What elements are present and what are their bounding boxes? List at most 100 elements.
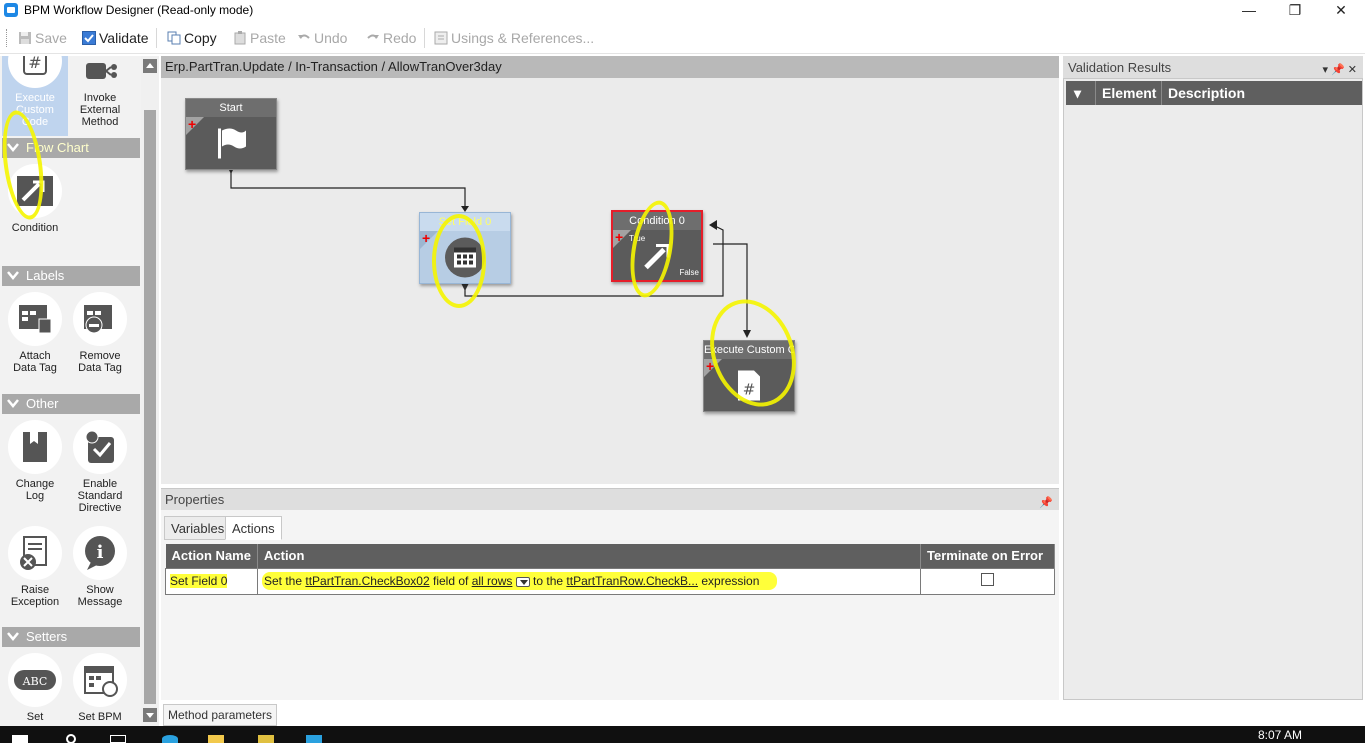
raise-exception-label: Raise Exception bbox=[10, 584, 60, 608]
toolbox-item-remove-data-tag[interactable]: Remove Data Tag bbox=[67, 292, 133, 374]
action-description: Set the ttPartTran.CheckBox02 field of a… bbox=[262, 572, 778, 590]
column-header-action-name[interactable]: Action Name bbox=[165, 544, 258, 568]
minimize-button[interactable]: — bbox=[1226, 0, 1272, 22]
usings-label: Usings & References... bbox=[451, 30, 595, 46]
hash-document-icon: # bbox=[8, 56, 62, 88]
add-icon[interactable]: + bbox=[615, 230, 623, 244]
usings-icon bbox=[434, 31, 448, 45]
toolbox-item-set-bpm[interactable]: Set BPM bbox=[67, 653, 133, 723]
validation-title: Validation Results bbox=[1068, 60, 1172, 75]
toolbox-item-execute-custom-code[interactable]: # Execute Custom Code bbox=[2, 56, 68, 136]
redo-label: Redo bbox=[383, 30, 417, 46]
node-set-field[interactable]: Set Field 0 + bbox=[419, 212, 511, 284]
svg-text:i: i bbox=[97, 542, 104, 563]
save-button[interactable]: Save bbox=[18, 28, 67, 48]
scrollbar-thumb[interactable] bbox=[144, 110, 156, 704]
validation-header: Validation Results ▾ 📌 ✕ bbox=[1063, 56, 1363, 78]
usings-references-button[interactable]: Usings & References... bbox=[434, 28, 594, 48]
section-setters-label: Setters bbox=[26, 629, 68, 644]
section-flow-chart-label: Flow Chart bbox=[26, 140, 89, 155]
folder-icon[interactable] bbox=[208, 735, 224, 743]
node-start[interactable]: Start + bbox=[185, 98, 277, 170]
scroll-down-arrow-icon[interactable] bbox=[143, 708, 157, 722]
restore-button[interactable]: ❐ bbox=[1272, 0, 1318, 22]
toolbox-item-attach-data-tag[interactable]: Attach Data Tag bbox=[2, 292, 68, 374]
table-row[interactable]: Set Field 0 Set the ttPartTran.CheckBox0… bbox=[165, 567, 1055, 595]
external-method-icon bbox=[73, 56, 127, 88]
column-header-terminate-on-error[interactable]: Terminate on Error bbox=[920, 544, 1055, 568]
toolbox-item-show-message[interactable]: i Show Message bbox=[67, 526, 133, 608]
node-condition[interactable]: Condition 0 + True False bbox=[611, 210, 703, 282]
paste-button[interactable]: Paste bbox=[233, 28, 286, 48]
database-icon[interactable] bbox=[258, 735, 274, 743]
toolbox-item-enable-standard-directive[interactable]: Enable Standard Directive bbox=[67, 420, 133, 514]
app-icon bbox=[4, 3, 18, 17]
undo-button[interactable]: Undo bbox=[297, 28, 347, 48]
terminate-on-error-checkbox[interactable] bbox=[981, 573, 994, 586]
scroll-up-arrow-icon[interactable] bbox=[143, 59, 157, 73]
start-icon[interactable] bbox=[12, 735, 28, 743]
section-other[interactable]: Other bbox=[2, 394, 140, 414]
set-abc-icon: ABC bbox=[8, 653, 62, 707]
add-icon[interactable]: + bbox=[422, 231, 430, 245]
workflow-breadcrumb: Erp.PartTran.Update / In-Transaction / A… bbox=[161, 56, 1059, 78]
validate-button[interactable]: Validate bbox=[82, 28, 149, 48]
section-setters[interactable]: Setters bbox=[2, 627, 140, 647]
copy-button[interactable]: Copy bbox=[167, 28, 217, 48]
raise-exception-icon bbox=[8, 526, 62, 580]
column-header-action[interactable]: Action bbox=[257, 544, 921, 568]
standard-directive-icon bbox=[73, 420, 127, 474]
toolbox-item-raise-exception[interactable]: Raise Exception bbox=[2, 526, 68, 608]
tab-method-parameters[interactable]: Method parameters bbox=[163, 704, 278, 726]
toolbox-item-condition[interactable]: Condition bbox=[2, 164, 68, 234]
toolbox-scrollbar[interactable] bbox=[141, 56, 159, 726]
close-button[interactable]: ✕ bbox=[1318, 0, 1364, 22]
validation-panel: ▾ Element Description bbox=[1063, 78, 1363, 700]
app-taskbar-icon[interactable] bbox=[306, 735, 322, 743]
chevron-down-icon bbox=[7, 143, 19, 152]
task-view-icon[interactable] bbox=[110, 735, 126, 743]
undo-label: Undo bbox=[314, 30, 348, 46]
section-flow-chart[interactable]: Flow Chart bbox=[2, 138, 140, 158]
toolbox-item-set[interactable]: ABC Set bbox=[2, 653, 68, 723]
show-message-label: Show Message bbox=[77, 584, 123, 608]
section-labels[interactable]: Labels bbox=[2, 266, 140, 286]
browser-icon[interactable] bbox=[162, 735, 178, 743]
properties-title: Properties bbox=[165, 492, 225, 507]
taskbar: 8:07 AM bbox=[0, 726, 1365, 743]
expression-link[interactable]: ttPartTranRow.CheckB... bbox=[566, 574, 698, 588]
column-header-element[interactable]: Element bbox=[1096, 81, 1162, 105]
properties-panel: Variables Actions Action Name Action Ter… bbox=[161, 510, 1059, 700]
terminate-on-error-cell bbox=[920, 567, 1055, 595]
rows-link[interactable]: all rows bbox=[472, 574, 513, 588]
chevron-down-icon bbox=[7, 399, 19, 408]
field-link[interactable]: ttPartTran.CheckBox02 bbox=[305, 574, 429, 588]
node-execute-custom-code[interactable]: Execute Custom Co + # bbox=[703, 340, 795, 412]
column-header-description[interactable]: Description bbox=[1162, 81, 1362, 105]
add-icon[interactable]: + bbox=[706, 359, 714, 373]
toolbox-item-invoke-external-method[interactable]: Invoke External Method bbox=[67, 56, 133, 128]
node-start-title: Start bbox=[186, 99, 276, 117]
tab-actions[interactable]: Actions bbox=[225, 516, 282, 540]
add-icon[interactable]: + bbox=[188, 117, 196, 131]
filter-dropdown-icon[interactable]: ▾ bbox=[1066, 81, 1096, 105]
enable-standard-directive-label: Enable Standard Directive bbox=[77, 478, 123, 514]
set-label: Set bbox=[26, 711, 44, 723]
paste-label: Paste bbox=[250, 30, 286, 46]
toolbox-item-change-log[interactable]: Change Log bbox=[2, 420, 68, 502]
paste-icon bbox=[233, 31, 247, 45]
remove-data-tag-label: Remove Data Tag bbox=[78, 350, 122, 374]
section-other-label: Other bbox=[26, 396, 59, 411]
action-name-cell[interactable]: Set Field 0 bbox=[165, 567, 258, 595]
validation-table-header: ▾ Element Description bbox=[1066, 81, 1362, 105]
tab-variables[interactable]: Variables bbox=[164, 516, 232, 540]
rows-dropdown-icon[interactable] bbox=[515, 576, 530, 587]
action-cell: Set the ttPartTran.CheckBox02 field of a… bbox=[257, 567, 921, 595]
toolbar-separator bbox=[156, 28, 157, 48]
search-icon[interactable] bbox=[66, 734, 76, 743]
flag-icon bbox=[214, 127, 248, 164]
node-execute-custom-code-title: Execute Custom Co bbox=[704, 341, 794, 359]
workflow-canvas[interactable]: Start + Set Field 0 + Condition 0 + True… bbox=[161, 78, 1059, 484]
redo-button[interactable]: Redo bbox=[366, 28, 416, 48]
clock: 8:07 AM bbox=[1257, 728, 1302, 742]
